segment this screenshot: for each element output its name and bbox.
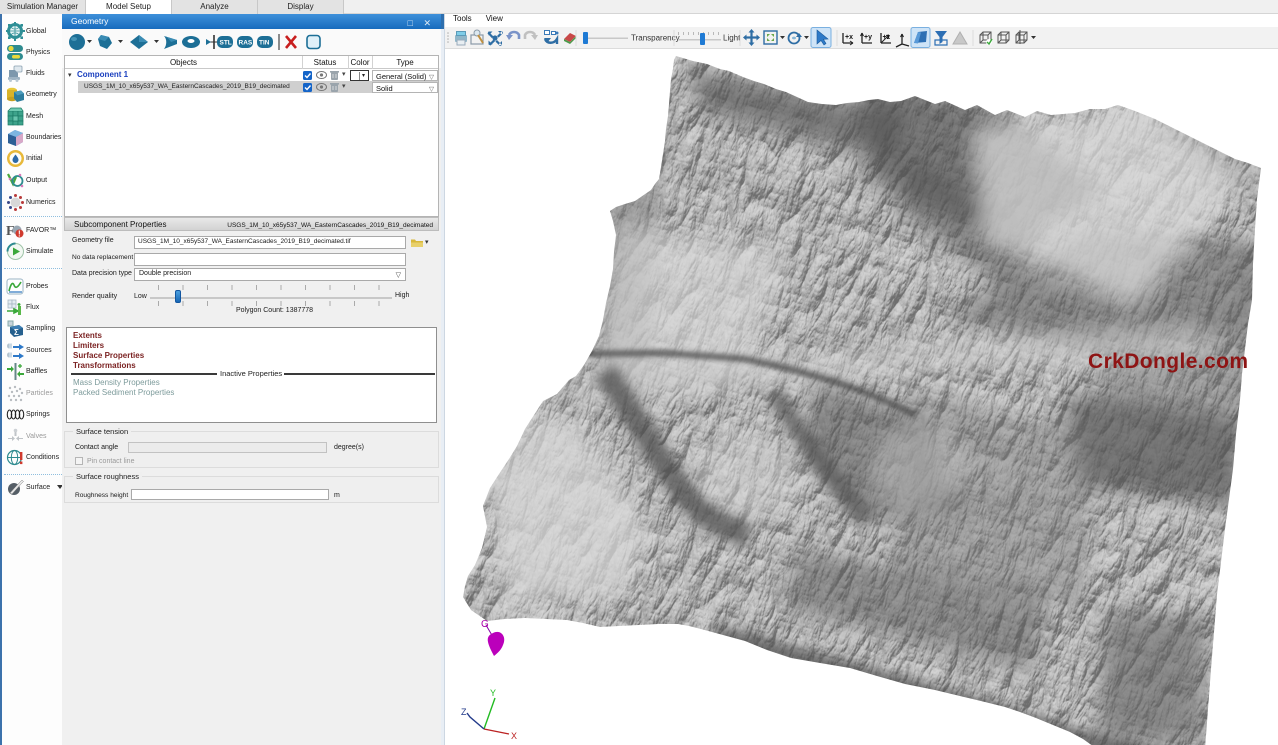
svg-text:+x: +x — [845, 34, 853, 41]
svg-text:X: X — [511, 731, 517, 741]
svg-text:!: ! — [18, 230, 21, 239]
svg-text:STL: STL — [220, 40, 232, 47]
svg-text:Z: Z — [461, 707, 467, 717]
svg-text:+y: +y — [864, 34, 872, 41]
svg-text:Transparency: Transparency — [631, 34, 680, 43]
svg-text:TIN: TIN — [259, 40, 270, 47]
svg-text:G: G — [481, 619, 489, 630]
svg-text:+z: +z — [883, 34, 891, 41]
svg-text:Light: Light — [723, 34, 741, 43]
svg-text:RAS: RAS — [239, 40, 253, 47]
svg-text:Σ: Σ — [14, 328, 19, 337]
svg-text:Y: Y — [490, 688, 496, 698]
